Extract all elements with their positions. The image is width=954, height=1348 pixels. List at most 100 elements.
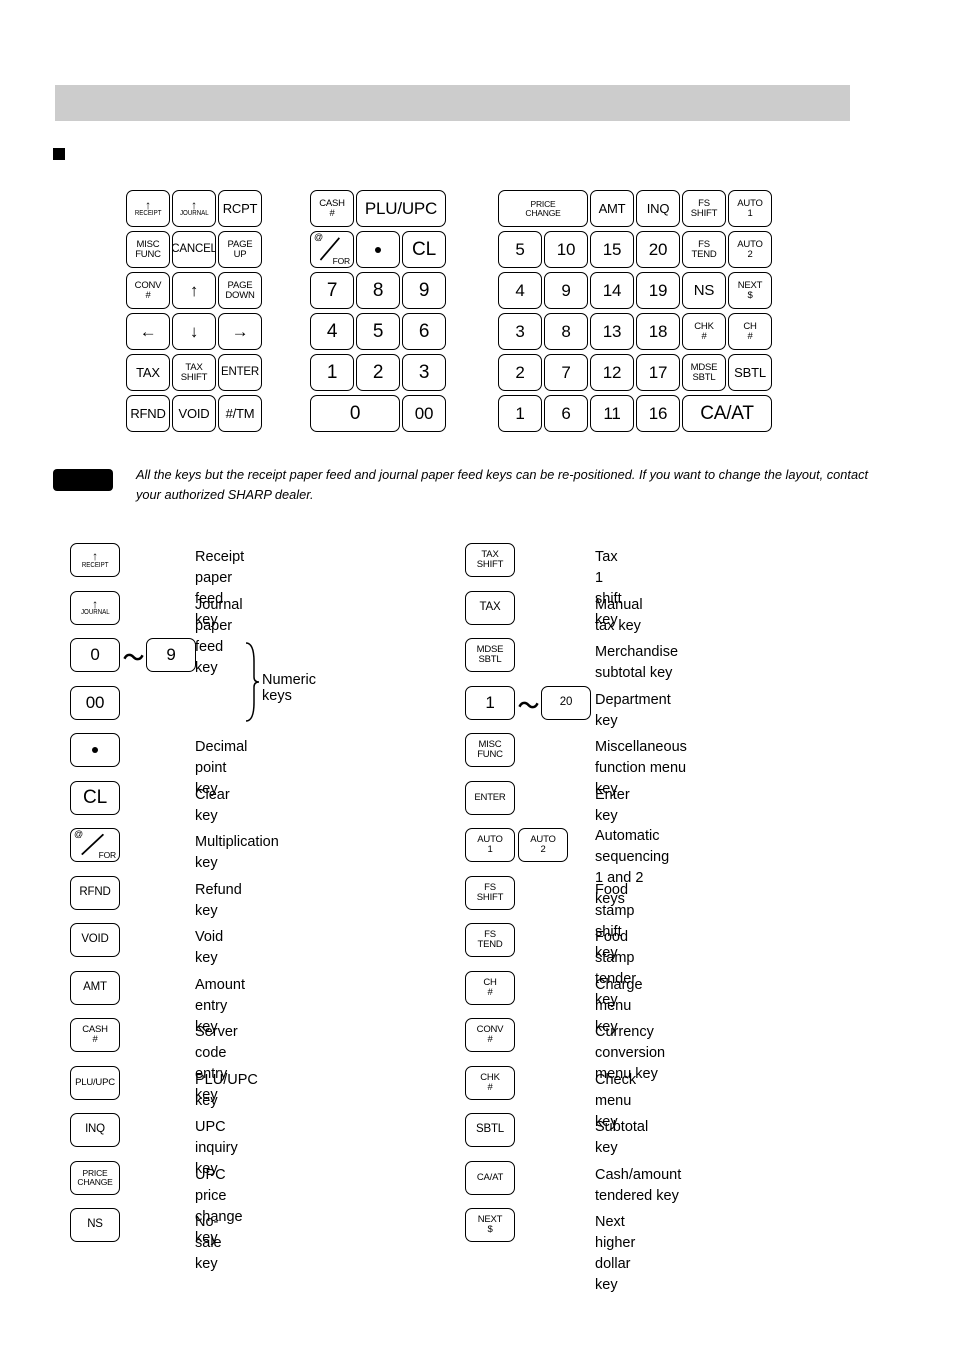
key-dept-8[interactable]: 8 xyxy=(544,313,588,350)
key-20-range-end[interactable]: 20 xyxy=(541,685,591,720)
key-dept-2[interactable]: 2 xyxy=(498,354,542,391)
key-dept-4[interactable]: 4 xyxy=(498,272,542,309)
key-at-for[interactable]: @ FOR xyxy=(70,828,120,862)
key-tax[interactable]: TAX xyxy=(465,590,515,625)
key-dept-6[interactable]: 6 xyxy=(544,395,588,432)
key-void[interactable]: VOID xyxy=(172,395,216,432)
key-amt[interactable]: AMT xyxy=(70,970,120,1005)
key-digit-9[interactable]: 9 xyxy=(402,272,446,309)
key-cash-num[interactable]: CASH # xyxy=(310,190,354,227)
key-arrow-up[interactable]: ↑ xyxy=(172,272,216,309)
key-dept-1[interactable]: 1 xyxy=(498,395,542,432)
key-hash-tm[interactable]: #/TM xyxy=(218,395,262,432)
key-price-change[interactable]: PRICE CHANGE xyxy=(498,190,588,227)
key-1-range-start[interactable]: 1 xyxy=(465,685,515,720)
key-dept-3[interactable]: 3 xyxy=(498,313,542,350)
key-digit-5[interactable]: 5 xyxy=(356,313,400,350)
key-conv-num[interactable]: CONV # xyxy=(126,272,170,309)
key-dept-9[interactable]: 9 xyxy=(544,272,588,309)
key-receipt[interactable]: ↑ RECEIPT xyxy=(126,190,170,227)
key-enter[interactable]: ENTER xyxy=(465,780,515,815)
key-next-dollar[interactable]: NEXT $ xyxy=(728,272,772,309)
key-dept-11[interactable]: 11 xyxy=(590,395,634,432)
key-digit-3[interactable]: 3 xyxy=(402,354,446,391)
key-dept-14[interactable]: 14 xyxy=(590,272,634,309)
key-digit-4[interactable]: 4 xyxy=(310,313,354,350)
key-dept-5[interactable]: 5 xyxy=(498,231,542,268)
key-9-range-end[interactable]: 9 xyxy=(146,638,196,672)
key-arrow-down[interactable]: ↓ xyxy=(172,313,216,350)
key-tax-shift[interactable]: TAX SHIFT xyxy=(465,543,515,577)
key-dept-15[interactable]: 15 xyxy=(590,231,634,268)
key-cash-num[interactable]: CASH # xyxy=(70,1018,120,1052)
key-conv-num[interactable]: CONV # xyxy=(465,1018,515,1052)
key-ca-at[interactable]: CA/AT xyxy=(465,1160,515,1195)
key-decimal-point[interactable] xyxy=(356,231,400,268)
key-cancel[interactable]: CANCEL xyxy=(172,231,216,268)
key-dept-18[interactable]: 18 xyxy=(636,313,680,350)
key-fs-shift[interactable]: FS SHIFT xyxy=(465,875,515,910)
key-inq[interactable]: INQ xyxy=(70,1113,120,1147)
key-misc-func[interactable]: MISC FUNC xyxy=(465,733,515,767)
key-fs-tend[interactable]: FS TEND xyxy=(465,923,515,957)
key-tax[interactable]: TAX xyxy=(126,354,170,391)
key-plu-upc[interactable]: PLU/UPC xyxy=(356,190,446,227)
key-digit-2[interactable]: 2 xyxy=(356,354,400,391)
key-mdse-sbtl[interactable]: MDSE SBTL xyxy=(465,638,515,672)
key-cl[interactable]: CL xyxy=(402,231,446,268)
key-page-up[interactable]: PAGE UP xyxy=(218,231,262,268)
key-ch-num[interactable]: CH # xyxy=(728,313,772,350)
key-fs-tend[interactable]: FS TEND xyxy=(682,231,726,268)
key-00[interactable]: 00 xyxy=(70,685,120,720)
key-dept-20[interactable]: 20 xyxy=(636,231,680,268)
key-at-for[interactable]: @ FOR xyxy=(310,231,354,268)
key-next-dollar[interactable]: NEXT $ xyxy=(465,1208,515,1242)
key-digit-8[interactable]: 8 xyxy=(356,272,400,309)
key-digit-7[interactable]: 7 xyxy=(310,272,354,309)
key-dept-7[interactable]: 7 xyxy=(544,354,588,391)
key-auto-1[interactable]: AUTO 1 xyxy=(728,190,772,227)
key-dept-13[interactable]: 13 xyxy=(590,313,634,350)
key-journal[interactable]: ↑ JOURNAL xyxy=(172,190,216,227)
key-dept-16[interactable]: 16 xyxy=(636,395,680,432)
key-void[interactable]: VOID xyxy=(70,923,120,957)
key-misc-func[interactable]: MISC FUNC xyxy=(126,231,170,268)
key-dept-19[interactable]: 19 xyxy=(636,272,680,309)
key-ch-num[interactable]: CH # xyxy=(465,970,515,1005)
key-digit-1[interactable]: 1 xyxy=(310,354,354,391)
key-dept-17[interactable]: 17 xyxy=(636,354,680,391)
key-enter[interactable]: ENTER xyxy=(218,354,262,391)
key-dept-12[interactable]: 12 xyxy=(590,354,634,391)
key-ns[interactable]: NS xyxy=(682,272,726,309)
key-inq[interactable]: INQ xyxy=(636,190,680,227)
key-price-change[interactable]: PRICE CHANGE xyxy=(70,1160,120,1195)
key-cl[interactable]: CL xyxy=(70,780,120,815)
key-fs-shift[interactable]: FS SHIFT xyxy=(682,190,726,227)
key-tax-shift[interactable]: TAX SHIFT xyxy=(172,354,216,391)
key-rfnd[interactable]: RFND xyxy=(126,395,170,432)
key-sbtl[interactable]: SBTL xyxy=(728,354,772,391)
key-ns[interactable]: NS xyxy=(70,1208,120,1242)
key-digit-0[interactable]: 0 xyxy=(310,395,400,432)
key-digit-6[interactable]: 6 xyxy=(402,313,446,350)
key-arrow-left[interactable]: ← xyxy=(126,313,170,350)
key-page-down[interactable]: PAGE DOWN xyxy=(218,272,262,309)
key-auto-2[interactable]: AUTO 2 xyxy=(518,828,568,862)
key-arrow-right[interactable]: → xyxy=(218,313,262,350)
key-amt[interactable]: AMT xyxy=(590,190,634,227)
key-chk-num[interactable]: CHK # xyxy=(682,313,726,350)
key-ca-at[interactable]: CA/AT xyxy=(682,395,772,432)
key-dept-10[interactable]: 10 xyxy=(544,231,588,268)
key-mdse-sbtl[interactable]: MDSE SBTL xyxy=(682,354,726,391)
key-chk-num[interactable]: CHK # xyxy=(465,1065,515,1100)
key-receipt[interactable]: ↑ RECEIPT xyxy=(70,543,120,577)
key-sbtl[interactable]: SBTL xyxy=(465,1113,515,1147)
key-rfnd[interactable]: RFND xyxy=(70,875,120,910)
key-0-range-start[interactable]: 0 xyxy=(70,638,120,672)
key-auto-1[interactable]: AUTO 1 xyxy=(465,828,515,862)
key-journal[interactable]: ↑ JOURNAL xyxy=(70,590,120,625)
key-rcpt[interactable]: RCPT xyxy=(218,190,262,227)
key-auto-2[interactable]: AUTO 2 xyxy=(728,231,772,268)
key-plu-upc[interactable]: PLU/UPC xyxy=(70,1065,120,1100)
key-digit-00[interactable]: 00 xyxy=(402,395,446,432)
